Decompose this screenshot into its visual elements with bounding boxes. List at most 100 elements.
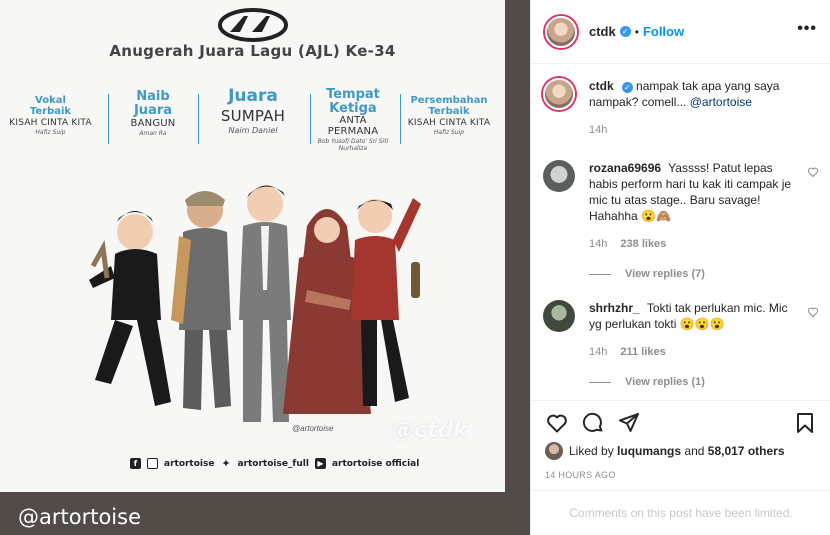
winner-artist: Naim Daniel (228, 125, 278, 135)
comment-body: rozana69696 Yassss! Patut lepas habis pe… (589, 160, 799, 252)
comment-icon[interactable] (581, 411, 605, 435)
category-title: Persembahan (410, 95, 488, 106)
comments-limited-notice: Comments on this post have been limited. (531, 490, 830, 535)
caption-username[interactable]: ctdk (589, 79, 614, 93)
avatar[interactable] (545, 15, 577, 48)
liked-by: Liked by luqumangs and 58,017 others (545, 442, 785, 460)
comment-time[interactable]: 14h (589, 346, 607, 358)
comment-likes[interactable]: 211 likes (620, 346, 665, 358)
event-title: Anugerah Juara Lagu (AJL) Ke-34 (109, 42, 396, 60)
comment-likes[interactable]: 238 likes (620, 238, 666, 250)
view-replies-button[interactable]: View replies (1) (589, 376, 705, 388)
category-juara: Juara SUMPAH Naim Daniel (203, 86, 303, 135)
share-icon[interactable] (617, 411, 641, 435)
category-title: Vokal (35, 95, 66, 106)
caption: ctdk ✓ nampak tak apa yang saya nampak? c… (543, 78, 819, 148)
winner-artist: Hafiz Suip (433, 129, 465, 136)
comment-username[interactable]: rozana69696 (589, 161, 661, 175)
view-replies-label[interactable]: View replies (7) (625, 268, 705, 280)
heart-icon[interactable] (807, 306, 819, 318)
bookmark-icon[interactable] (793, 411, 817, 435)
caption-body: ctdk ✓ nampak tak apa yang saya nampak? c… (589, 78, 799, 138)
commenter-avatar[interactable] (543, 300, 575, 332)
figure-black-suit (89, 211, 171, 406)
winner-song: SUMPAH (220, 106, 286, 125)
handle-youtube: artortoise official (331, 458, 420, 469)
category-vokal-terbaik: Vokal Terbaik KISAH CINTA KITA Hafiz Sui… (8, 95, 93, 136)
replies-line (589, 381, 611, 383)
verified-icon: ✓ (619, 26, 631, 37)
divider (198, 94, 199, 144)
divider (400, 94, 401, 144)
liked-by-and: and (684, 444, 705, 458)
more-icon[interactable]: ••• (797, 21, 817, 37)
artist-signature: @artortoise (292, 424, 334, 433)
winner-song: KISAH CINTA KITA (407, 118, 491, 128)
comment-username[interactable]: shrhzhr_ (589, 301, 640, 315)
view-replies-button[interactable]: View replies (7) (589, 268, 705, 280)
divider (108, 94, 109, 144)
category-title: Tempat (326, 87, 380, 102)
category-title: Juara (133, 102, 173, 118)
category-title: Terbaik (29, 105, 72, 117)
comments-list[interactable]: ctdk ✓ nampak tak apa yang saya nampak? c… (531, 64, 830, 400)
category-title: Naib (136, 89, 170, 104)
figure-batik (171, 191, 231, 410)
header-username[interactable]: ctdk (589, 24, 616, 39)
caption-avatar[interactable] (543, 78, 575, 110)
category-title: Juara (228, 86, 278, 106)
comment-item: rozana69696 Yassss! Patut lepas habis pe… (543, 160, 819, 260)
youtube-icon: ▶ (314, 458, 326, 469)
award-categories: Vokal Terbaik KISAH CINTA KITA Hafiz Sui… (8, 86, 498, 168)
category-persembahan-terbaik: Persembahan Terbaik KISAH CINTA KITA Haf… (403, 95, 495, 136)
winner-artist: Bob Yusof/ Dato' Sri Siti Nurhaliza (317, 138, 389, 153)
handle-twitter: artortoise_full (237, 458, 309, 469)
heart-icon[interactable] (807, 166, 819, 178)
facebook-icon: f (130, 458, 141, 469)
post-header: ctdk ✓ • Follow ••• (531, 0, 830, 64)
verified-icon: ✓ (621, 82, 633, 93)
comment-item: shrhzhr_ Tokti tak perlukan mic. Mic yg … (543, 300, 819, 370)
action-bar (531, 400, 830, 444)
cartoon-illustration (89, 185, 421, 422)
category-title: Terbaik (428, 105, 470, 117)
liked-by-user[interactable]: luqumangs (617, 444, 681, 458)
liker-avatar[interactable] (545, 442, 563, 460)
comment-time[interactable]: 14h (589, 238, 607, 250)
comment-meta: 14h 211 likes (589, 344, 799, 360)
replies-line (589, 273, 611, 275)
social-handles: f artortoise ✦ artortoise_full ▶ artorto… (130, 458, 419, 469)
post-image[interactable]: Anugerah Juara Lagu (AJL) Ke-34 Vokal Te… (0, 0, 530, 535)
separator-dot: • (634, 24, 639, 39)
liked-by-others[interactable]: 58,017 others (708, 444, 785, 458)
liked-by-prefix: Liked by (569, 444, 614, 458)
winner-artist: Hafiz Suip (35, 129, 66, 136)
winner-song: ANTA PERMANA (327, 115, 379, 138)
caption-mention[interactable]: @artortoise (690, 95, 752, 109)
winner-artist: Aman Ra (139, 130, 167, 138)
category-tempat-ketiga: Tempat Ketiga ANTA PERMANA Bob Yusof/ Da… (308, 88, 398, 152)
post-timestamp[interactable]: 14 HOURS AGO (545, 470, 616, 480)
winner-song: KISAH CINTA KITA (9, 118, 92, 128)
caption-time[interactable]: 14h (589, 124, 607, 136)
follow-button[interactable]: Follow (643, 24, 684, 39)
instagram-icon (147, 458, 158, 469)
watermark: @ctdk (392, 418, 468, 443)
header-user: ctdk ✓ • Follow (589, 24, 684, 39)
caption-meta: 14h (589, 122, 799, 138)
post-sidebar: ctdk ✓ • Follow ••• ctdk ✓ nampak tak apa… (530, 0, 830, 535)
winner-song: BANGUN (130, 118, 176, 130)
twitter-icon: ✦ (221, 457, 231, 470)
handle-facebook-instagram: artortoise (164, 458, 215, 469)
category-title: Ketiga (329, 100, 377, 116)
image-credit: @artortoise (18, 505, 141, 529)
ajl-logo (218, 8, 288, 42)
comment-meta: 14h 238 likes (589, 236, 799, 252)
figure-grey-suit (239, 185, 291, 422)
ajl-infographic: Anugerah Juara Lagu (AJL) Ke-34 Vokal Te… (0, 0, 505, 492)
commenter-avatar[interactable] (543, 160, 575, 192)
heart-icon[interactable] (545, 411, 569, 435)
comment-body: shrhzhr_ Tokti tak perlukan mic. Mic yg … (589, 300, 799, 360)
category-naib-juara: Naib Juara BANGUN Aman Ra (113, 90, 193, 137)
view-replies-label[interactable]: View replies (1) (625, 376, 705, 388)
